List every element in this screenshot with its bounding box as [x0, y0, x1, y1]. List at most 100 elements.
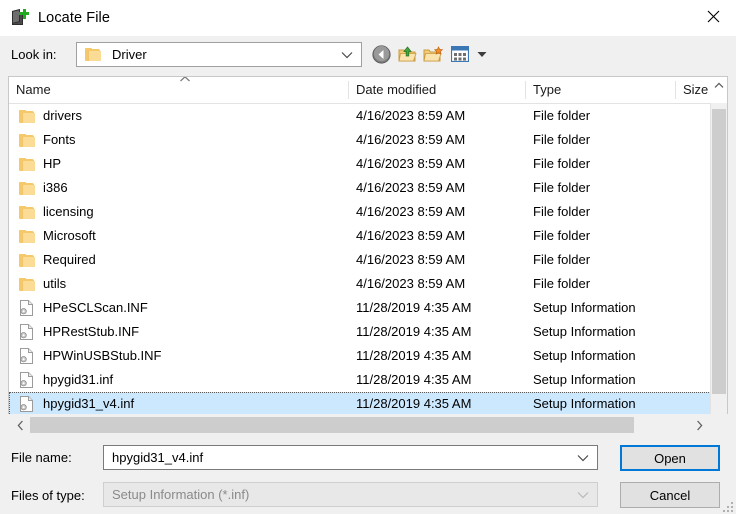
folder-icon [19, 157, 35, 171]
file-name-cell: HP [9, 152, 329, 176]
new-folder-icon[interactable] [420, 42, 446, 66]
vertical-scrollbar[interactable] [710, 82, 727, 435]
setup-information-file-icon [19, 396, 34, 412]
type-cell: Setup Information [533, 348, 636, 363]
locate-file-dialog: Locate File Look in: Driver Name Date mo… [0, 0, 736, 514]
file-name-cell: i386 [9, 176, 329, 200]
file-name-text: licensing [43, 204, 94, 219]
type-cell: File folder [533, 276, 591, 291]
date-modified-cell: 11/28/2019 4:35 AM [356, 324, 472, 339]
setup-information-file-icon [19, 300, 34, 316]
window-title: Locate File [38, 10, 111, 26]
cancel-button[interactable]: Cancel [620, 482, 720, 508]
table-row[interactable]: HPRestStub.INF 11/28/2019 4:35 AM Setup In… [9, 320, 727, 344]
table-row[interactable]: HPWinUSBStub.INF 11/28/2019 4:35 AM Setup … [9, 344, 727, 368]
size-cell [676, 248, 683, 272]
size-cell [676, 224, 683, 248]
table-row[interactable]: Microsoft 4/16/2023 8:59 AM File folder [9, 224, 727, 248]
vertical-scroll-thumb[interactable] [712, 109, 726, 394]
file-name-cell: HPRestStub.INF [9, 320, 329, 344]
horizontal-scroll-thumb[interactable] [30, 417, 634, 433]
files-of-type-label: Files of type: [11, 488, 85, 503]
file-name-cell: drivers [9, 104, 329, 128]
column-header-type[interactable]: Type [526, 77, 676, 103]
file-name-value: hpygid31_v4.inf [112, 450, 204, 465]
date-modified-cell: 4/16/2023 8:59 AM [356, 132, 466, 147]
folder-icon [19, 205, 35, 219]
views-chevron-down-icon[interactable] [474, 42, 490, 66]
table-row[interactable]: HPeSCLScan.INF 11/28/2019 4:35 AM Setup In… [9, 296, 727, 320]
folder-icon [19, 229, 35, 243]
file-name-text: hpygid31_v4.inf [43, 396, 135, 411]
folder-icon [19, 277, 35, 291]
type-cell: File folder [533, 132, 591, 147]
table-row[interactable]: hpygid31.inf 11/28/2019 4:35 AM Setup Info… [9, 368, 727, 392]
column-header-date-modified[interactable]: Date modified [349, 77, 526, 103]
file-name-label: File name: [11, 450, 72, 465]
date-modified-cell: 11/28/2019 4:35 AM [356, 372, 472, 387]
type-cell: Setup Information [533, 324, 636, 339]
resize-grip[interactable] [721, 500, 733, 512]
look-in-combobox[interactable]: Driver [76, 42, 362, 67]
table-row[interactable]: drivers 4/16/2023 8:59 AM File folder [9, 104, 727, 128]
scroll-left-icon[interactable] [11, 414, 29, 436]
folder-icon [19, 181, 35, 195]
file-name-cell: Required [9, 248, 329, 272]
add-device-icon [10, 8, 30, 28]
file-name-text: Microsoft [43, 228, 96, 243]
scroll-up-icon[interactable] [711, 77, 727, 94]
table-row[interactable]: Required 4/16/2023 8:59 AM File folder [9, 248, 727, 272]
file-name-cell: HPWinUSBStub.INF [9, 344, 329, 368]
type-cell: Setup Information [533, 300, 636, 315]
type-cell: File folder [533, 252, 591, 267]
table-row[interactable]: i386 4/16/2023 8:59 AM File folder [9, 176, 727, 200]
type-cell: File folder [533, 228, 591, 243]
table-row[interactable]: licensing 4/16/2023 8:59 AM File folder [9, 200, 727, 224]
file-name-input[interactable]: hpygid31_v4.inf [103, 445, 598, 470]
file-name-cell: hpygid31.inf [9, 368, 329, 392]
horizontal-scrollbar[interactable] [8, 414, 728, 436]
size-cell [676, 200, 683, 224]
folder-icon [19, 109, 35, 123]
table-row[interactable]: hpygid31_v4.inf 11/28/2019 4:35 AM Setup I… [9, 392, 727, 416]
close-icon[interactable] [690, 0, 736, 32]
file-name-cell: Microsoft [9, 224, 329, 248]
table-row[interactable]: Fonts 4/16/2023 8:59 AM File folder [9, 128, 727, 152]
file-name-text: HPeSCLScan.INF [43, 300, 148, 315]
size-cell [676, 272, 683, 296]
size-cell [676, 128, 683, 152]
look-in-value: Driver [112, 47, 147, 62]
date-modified-cell: 4/16/2023 8:59 AM [356, 204, 466, 219]
date-modified-cell: 4/16/2023 8:59 AM [356, 180, 466, 195]
files-of-type-value: Setup Information (*.inf) [112, 487, 250, 502]
chevron-down-icon[interactable] [577, 454, 589, 462]
up-one-level-icon[interactable] [394, 42, 420, 66]
file-name-text: drivers [43, 108, 83, 123]
size-cell [676, 392, 683, 416]
setup-information-file-icon [19, 372, 34, 388]
date-modified-cell: 4/16/2023 8:59 AM [356, 228, 466, 243]
size-cell [676, 104, 683, 128]
column-header-name[interactable]: Name [9, 77, 349, 103]
date-modified-cell: 4/16/2023 8:59 AM [356, 108, 466, 123]
date-modified-cell: 4/16/2023 8:59 AM [356, 252, 466, 267]
date-modified-cell: 11/28/2019 4:35 AM [356, 300, 472, 315]
navigation-toolbar [368, 41, 490, 67]
file-name-text: HPRestStub.INF [43, 324, 140, 339]
date-modified-cell: 4/16/2023 8:59 AM [356, 276, 466, 291]
table-row[interactable]: HP 4/16/2023 8:59 AM File folder [9, 152, 727, 176]
files-of-type-combobox: Setup Information (*.inf) [103, 482, 598, 507]
file-name-text: HP [43, 156, 62, 171]
chevron-down-icon [341, 51, 353, 59]
file-name-cell: HPeSCLScan.INF [9, 296, 329, 320]
views-icon[interactable] [446, 42, 474, 66]
back-icon[interactable] [368, 42, 394, 66]
file-name-text: hpygid31.inf [43, 372, 114, 387]
table-row[interactable]: utils 4/16/2023 8:59 AM File folder [9, 272, 727, 296]
size-cell [676, 296, 683, 320]
type-cell: File folder [533, 204, 591, 219]
date-modified-cell: 11/28/2019 4:35 AM [356, 348, 472, 363]
scroll-right-icon[interactable] [690, 414, 708, 436]
setup-information-file-icon [19, 324, 34, 340]
open-button[interactable]: Open [620, 445, 720, 471]
